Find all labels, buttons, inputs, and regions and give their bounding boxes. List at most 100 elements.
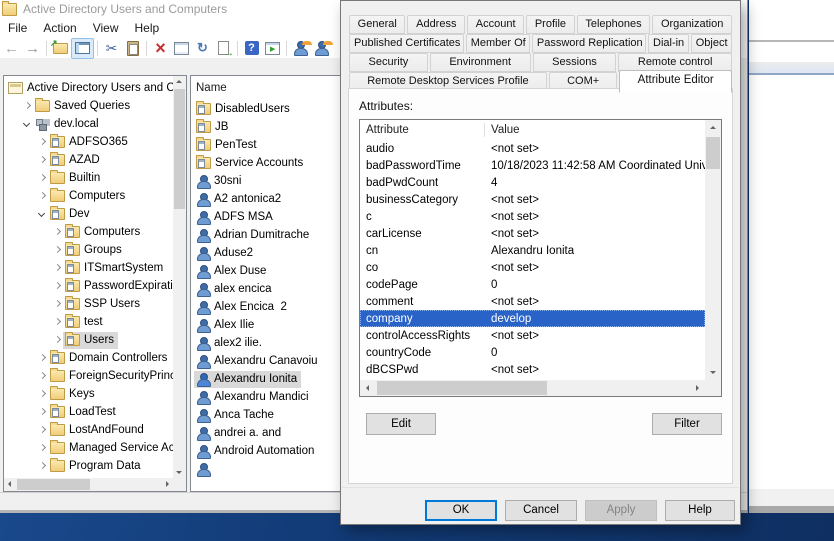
paste-icon[interactable] xyxy=(122,39,143,58)
attributes-horizontal-scrollbar[interactable] xyxy=(360,380,705,396)
attribute-row-audio[interactable]: audio<not set> xyxy=(360,140,705,157)
attribute-row-codepage[interactable]: codePage0 xyxy=(360,276,705,293)
list-item[interactable]: Alexandru Ionita xyxy=(191,370,343,388)
menu-view[interactable]: View xyxy=(85,18,127,38)
chevron-collapsed-icon[interactable] xyxy=(36,172,48,184)
list-item[interactable]: Alexandru Canavoiu xyxy=(191,352,343,370)
menu-action[interactable]: Action xyxy=(35,18,84,38)
tab-published-certificates[interactable]: Published Certificates xyxy=(349,34,464,53)
tab-member-of[interactable]: Member Of xyxy=(466,34,530,53)
up-level-icon[interactable] xyxy=(50,39,71,58)
attribute-row-c[interactable]: c<not set> xyxy=(360,208,705,225)
properties-list-icon[interactable] xyxy=(171,39,192,58)
menu-file[interactable]: File xyxy=(0,18,35,38)
tree-horizontal-scrollbar[interactable] xyxy=(4,478,173,491)
tree-item-groups[interactable]: Groups xyxy=(4,241,173,259)
attribute-row-countrycode[interactable]: countryCode0 xyxy=(360,344,705,361)
tree-item-domain-controllers[interactable]: Domain Controllers xyxy=(4,349,173,367)
show-console-tree-icon[interactable] xyxy=(71,38,94,59)
chevron-collapsed-icon[interactable] xyxy=(51,280,63,292)
value-column-header[interactable]: Value xyxy=(485,124,520,136)
chevron-collapsed-icon[interactable] xyxy=(36,136,48,148)
attribute-row-co[interactable]: co<not set> xyxy=(360,259,705,276)
chevron-collapsed-icon[interactable] xyxy=(36,424,48,436)
scroll-left-icon[interactable] xyxy=(8,481,11,487)
scroll-down-icon[interactable] xyxy=(176,471,182,474)
list-column-header-name[interactable]: Name xyxy=(191,76,343,100)
attribute-row-controlaccessrights[interactable]: controlAccessRights<not set> xyxy=(360,327,705,344)
list-item[interactable]: A2 antonica2 xyxy=(191,190,343,208)
list-item[interactable]: ADFS MSA xyxy=(191,208,343,226)
tree-item-lostandfound[interactable]: LostAndFound xyxy=(4,421,173,439)
tab-security[interactable]: Security xyxy=(349,53,428,72)
chevron-collapsed-icon[interactable] xyxy=(36,154,48,166)
tree-item-itsmartsystem[interactable]: ITSmartSystem xyxy=(4,259,173,277)
list-item[interactable]: alex encica xyxy=(191,280,343,298)
list-item[interactable]: Aduse2 xyxy=(191,244,343,262)
tab-password-replication[interactable]: Password Replication xyxy=(532,34,646,53)
new-group-icon[interactable] xyxy=(311,39,332,58)
tree-item-dev-local[interactable]: dev.local xyxy=(4,115,173,133)
tree-item-test[interactable]: test xyxy=(4,313,173,331)
chevron-collapsed-icon[interactable] xyxy=(36,190,48,202)
list-item[interactable]: Android Automation xyxy=(191,442,343,460)
tab-environment[interactable]: Environment xyxy=(430,53,531,72)
chevron-collapsed-icon[interactable] xyxy=(36,370,48,382)
tree-item-computers[interactable]: Computers xyxy=(4,223,173,241)
refresh-icon[interactable] xyxy=(192,39,213,58)
tree-item-saved-queries[interactable]: Saved Queries xyxy=(4,97,173,115)
tree-item-dev[interactable]: Dev xyxy=(4,205,173,223)
scroll-up-icon[interactable] xyxy=(710,126,716,129)
chevron-expanded-icon[interactable] xyxy=(36,208,48,220)
edit-button[interactable]: Edit xyxy=(366,413,436,435)
export-list-icon[interactable] xyxy=(213,39,234,58)
tab-general[interactable]: General xyxy=(349,15,405,34)
chevron-collapsed-icon[interactable] xyxy=(21,100,33,112)
list-item[interactable]: andrei a. and xyxy=(191,424,343,442)
tree-item-ssp-users[interactable]: SSP Users xyxy=(4,295,173,313)
tab-organization[interactable]: Organization xyxy=(652,15,732,34)
list-item[interactable]: JB xyxy=(191,118,343,136)
tree-item-loadtest[interactable]: LoadTest xyxy=(4,403,173,421)
tab-object[interactable]: Object xyxy=(691,34,732,53)
attribute-row-carlicense[interactable]: carLicense<not set> xyxy=(360,225,705,242)
tab-sessions[interactable]: Sessions xyxy=(533,53,617,72)
tree-vertical-scrollbar[interactable] xyxy=(173,76,186,478)
chevron-collapsed-icon[interactable] xyxy=(36,460,48,472)
chevron-collapsed-icon[interactable] xyxy=(36,442,48,454)
attribute-row-cn[interactable]: cnAlexandru Ionita xyxy=(360,242,705,259)
list-item[interactable]: DisabledUsers xyxy=(191,100,343,118)
tree-item-program-data[interactable]: Program Data xyxy=(4,457,173,475)
scroll-right-icon[interactable] xyxy=(696,385,699,391)
filter-button[interactable]: Filter xyxy=(652,413,722,435)
tab-attribute-editor[interactable]: Attribute Editor xyxy=(619,70,732,93)
list-item[interactable]: Alex Encica 2 xyxy=(191,298,343,316)
attribute-column-header[interactable]: Attribute xyxy=(360,123,485,137)
new-user-icon[interactable] xyxy=(290,39,311,58)
list-item[interactable]: Alex Duse xyxy=(191,262,343,280)
cut-icon[interactable] xyxy=(101,39,122,58)
attribute-row-comment[interactable]: comment<not set> xyxy=(360,293,705,310)
ok-button[interactable]: OK xyxy=(425,500,497,521)
chevron-collapsed-icon[interactable] xyxy=(51,226,63,238)
list-item[interactable]: Adrian Dumitrache xyxy=(191,226,343,244)
scrollbar-thumb[interactable] xyxy=(17,479,90,490)
help-icon[interactable] xyxy=(241,39,262,58)
chevron-collapsed-icon[interactable] xyxy=(51,316,63,328)
tree-item-computers[interactable]: Computers xyxy=(4,187,173,205)
list-item[interactable]: Alex Ilie xyxy=(191,316,343,334)
chevron-collapsed-icon[interactable] xyxy=(51,334,63,346)
forward-icon[interactable] xyxy=(22,39,43,58)
chevron-collapsed-icon[interactable] xyxy=(36,406,48,418)
scrollbar-thumb[interactable] xyxy=(706,137,720,169)
attributes-column-headers[interactable]: Attribute Value xyxy=(360,120,705,140)
tree-item-foreignsecurityprinci[interactable]: ForeignSecurityPrinci xyxy=(4,367,173,385)
tree-item-users[interactable]: Users xyxy=(4,331,173,349)
tree-item-builtin[interactable]: Builtin xyxy=(4,169,173,187)
help-button[interactable]: Help xyxy=(665,500,735,521)
scroll-right-icon[interactable] xyxy=(166,481,169,487)
attribute-row-company[interactable]: companydevelop xyxy=(360,310,705,327)
attribute-row-businesscategory[interactable]: businessCategory<not set> xyxy=(360,191,705,208)
attribute-row-badpasswordtime[interactable]: badPasswordTime10/18/2023 11:42:58 AM Co… xyxy=(360,157,705,174)
scrollbar-thumb[interactable] xyxy=(174,89,185,209)
